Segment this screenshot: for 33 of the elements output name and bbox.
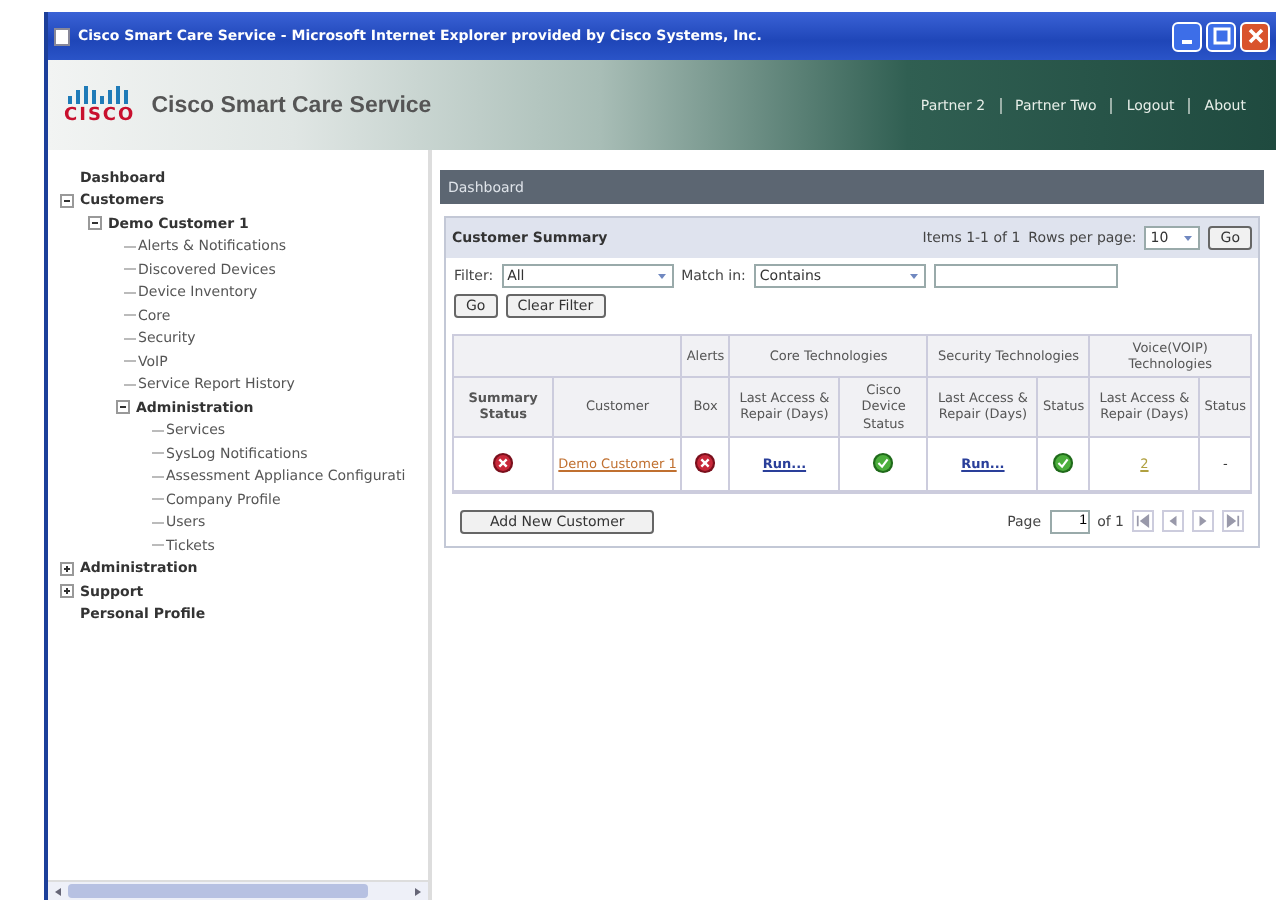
scroll-left-icon[interactable] <box>52 885 64 897</box>
last-page-button[interactable] <box>1222 510 1244 533</box>
close-icon <box>1245 26 1265 46</box>
close-button[interactable] <box>1240 21 1270 51</box>
scroll-right-icon[interactable] <box>412 885 424 897</box>
expand-toggle-icon[interactable] <box>60 584 74 599</box>
expand-toggle-icon[interactable] <box>60 561 74 576</box>
filter-input[interactable] <box>933 264 1118 288</box>
maximize-button[interactable] <box>1206 21 1236 51</box>
page-icon <box>54 27 70 45</box>
previous-page-button[interactable] <box>1162 510 1184 533</box>
dropdown-arrow-icon <box>907 270 920 282</box>
next-page-button[interactable] <box>1192 510 1214 533</box>
error-status-icon <box>492 452 515 475</box>
last-page-icon <box>1226 514 1240 529</box>
expand-toggle-icon[interactable] <box>60 193 74 208</box>
ok-status-icon <box>1052 452 1075 475</box>
app-name: Cisco Smart Care Service <box>151 93 434 117</box>
ok-status-icon <box>872 452 895 475</box>
first-page-icon <box>1136 514 1150 529</box>
cisco-logo: CISCO <box>64 85 136 125</box>
error-status-icon <box>694 452 717 475</box>
dropdown-arrow-icon <box>1182 232 1195 244</box>
minimize-button[interactable] <box>1172 21 1202 51</box>
dropdown-arrow-icon <box>655 270 668 282</box>
horizontal-scrollbar[interactable] <box>48 880 428 900</box>
expand-toggle-icon[interactable] <box>116 400 130 415</box>
next-page-icon <box>1196 514 1210 529</box>
previous-page-icon <box>1166 514 1180 529</box>
minimize-icon <box>1182 39 1192 43</box>
first-page-button[interactable] <box>1132 510 1154 533</box>
expand-toggle-icon[interactable] <box>88 216 102 231</box>
maximize-icon <box>1211 26 1231 46</box>
